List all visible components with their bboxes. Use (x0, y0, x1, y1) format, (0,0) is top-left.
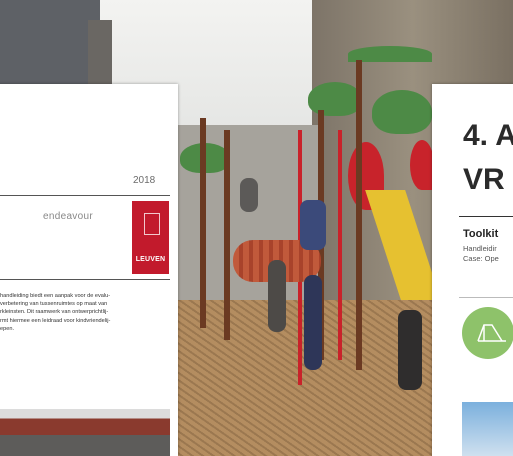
child (300, 200, 326, 250)
toolkit-case: Case: Ope (463, 254, 499, 263)
description-line: verbetering van tussenruimtes op maat va… (0, 301, 108, 308)
divider (459, 297, 513, 298)
brand-label: endeavour (43, 211, 93, 222)
sky-photo (462, 402, 513, 456)
description-line: rkleinsten. Dit raamwerk van ontwerprich… (0, 309, 109, 316)
building-tower (88, 20, 112, 84)
child (240, 178, 258, 212)
child (268, 260, 286, 332)
town-hall-icon (144, 213, 160, 235)
chapter-title-line: 4. A (463, 119, 513, 152)
report-year: 2018 (133, 175, 156, 186)
wood-pole (356, 60, 362, 370)
description-text: handleiding biedt een aanpak voor de eva… (0, 292, 170, 333)
description-line: handleiding biedt een aanpak voor de eva… (0, 293, 111, 299)
playground-icon (462, 307, 513, 359)
slide-icon (477, 324, 506, 342)
divider (0, 195, 170, 196)
chapter-card[interactable]: 4. A VR Toolkit Handleidir Case: Ope (432, 84, 513, 456)
red-frame (338, 130, 342, 360)
divider (459, 216, 513, 217)
building-left (0, 0, 100, 84)
chapter-title-line: VR (463, 163, 505, 196)
report-cover-card[interactable]: 2018 endeavour LEUVEN handleiding biedt … (0, 84, 178, 456)
logo-name: LEUVEN (135, 256, 166, 263)
toolkit-subtitle: Handleidir (463, 244, 497, 253)
divider (0, 279, 170, 280)
chapter-title: 4. A VR (463, 114, 513, 202)
red-leaf-right (410, 140, 434, 190)
description-line: epen. (0, 325, 14, 332)
green-leaf-left (308, 82, 362, 116)
wood-pole (200, 118, 206, 328)
leuven-logo: LEUVEN (132, 201, 169, 274)
toolkit-label: Toolkit (463, 228, 499, 240)
wood-pole (224, 130, 230, 340)
rooftops-photo (0, 409, 170, 456)
child (398, 310, 422, 390)
description-line: rmt hiermee een leidraad voor kindvriend… (0, 317, 111, 324)
green-leaf-right (372, 90, 432, 134)
child (304, 275, 322, 370)
